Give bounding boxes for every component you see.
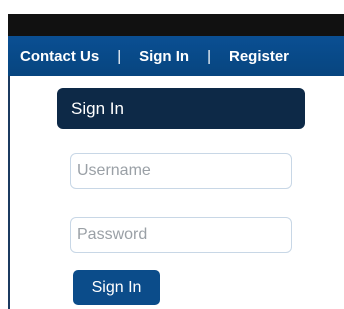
sign-in-panel-title: Sign In <box>57 88 305 129</box>
nav-contact-us-link[interactable]: Contact Us <box>20 48 99 65</box>
sign-in-button[interactable]: Sign In <box>73 270 160 305</box>
nav-register-link[interactable]: Register <box>229 48 289 65</box>
username-input[interactable] <box>70 153 292 189</box>
top-nav: Contact Us | Sign In | Register <box>8 36 344 76</box>
nav-separator: | <box>117 47 122 65</box>
password-input[interactable] <box>70 217 292 253</box>
top-strip <box>8 14 344 36</box>
nav-sign-in-link[interactable]: Sign In <box>139 48 189 65</box>
nav-separator: | <box>207 47 211 65</box>
page-frame: Contact Us | Sign In | Register Sign In … <box>0 0 344 309</box>
sign-in-panel: Sign In Sign In <box>8 76 344 309</box>
